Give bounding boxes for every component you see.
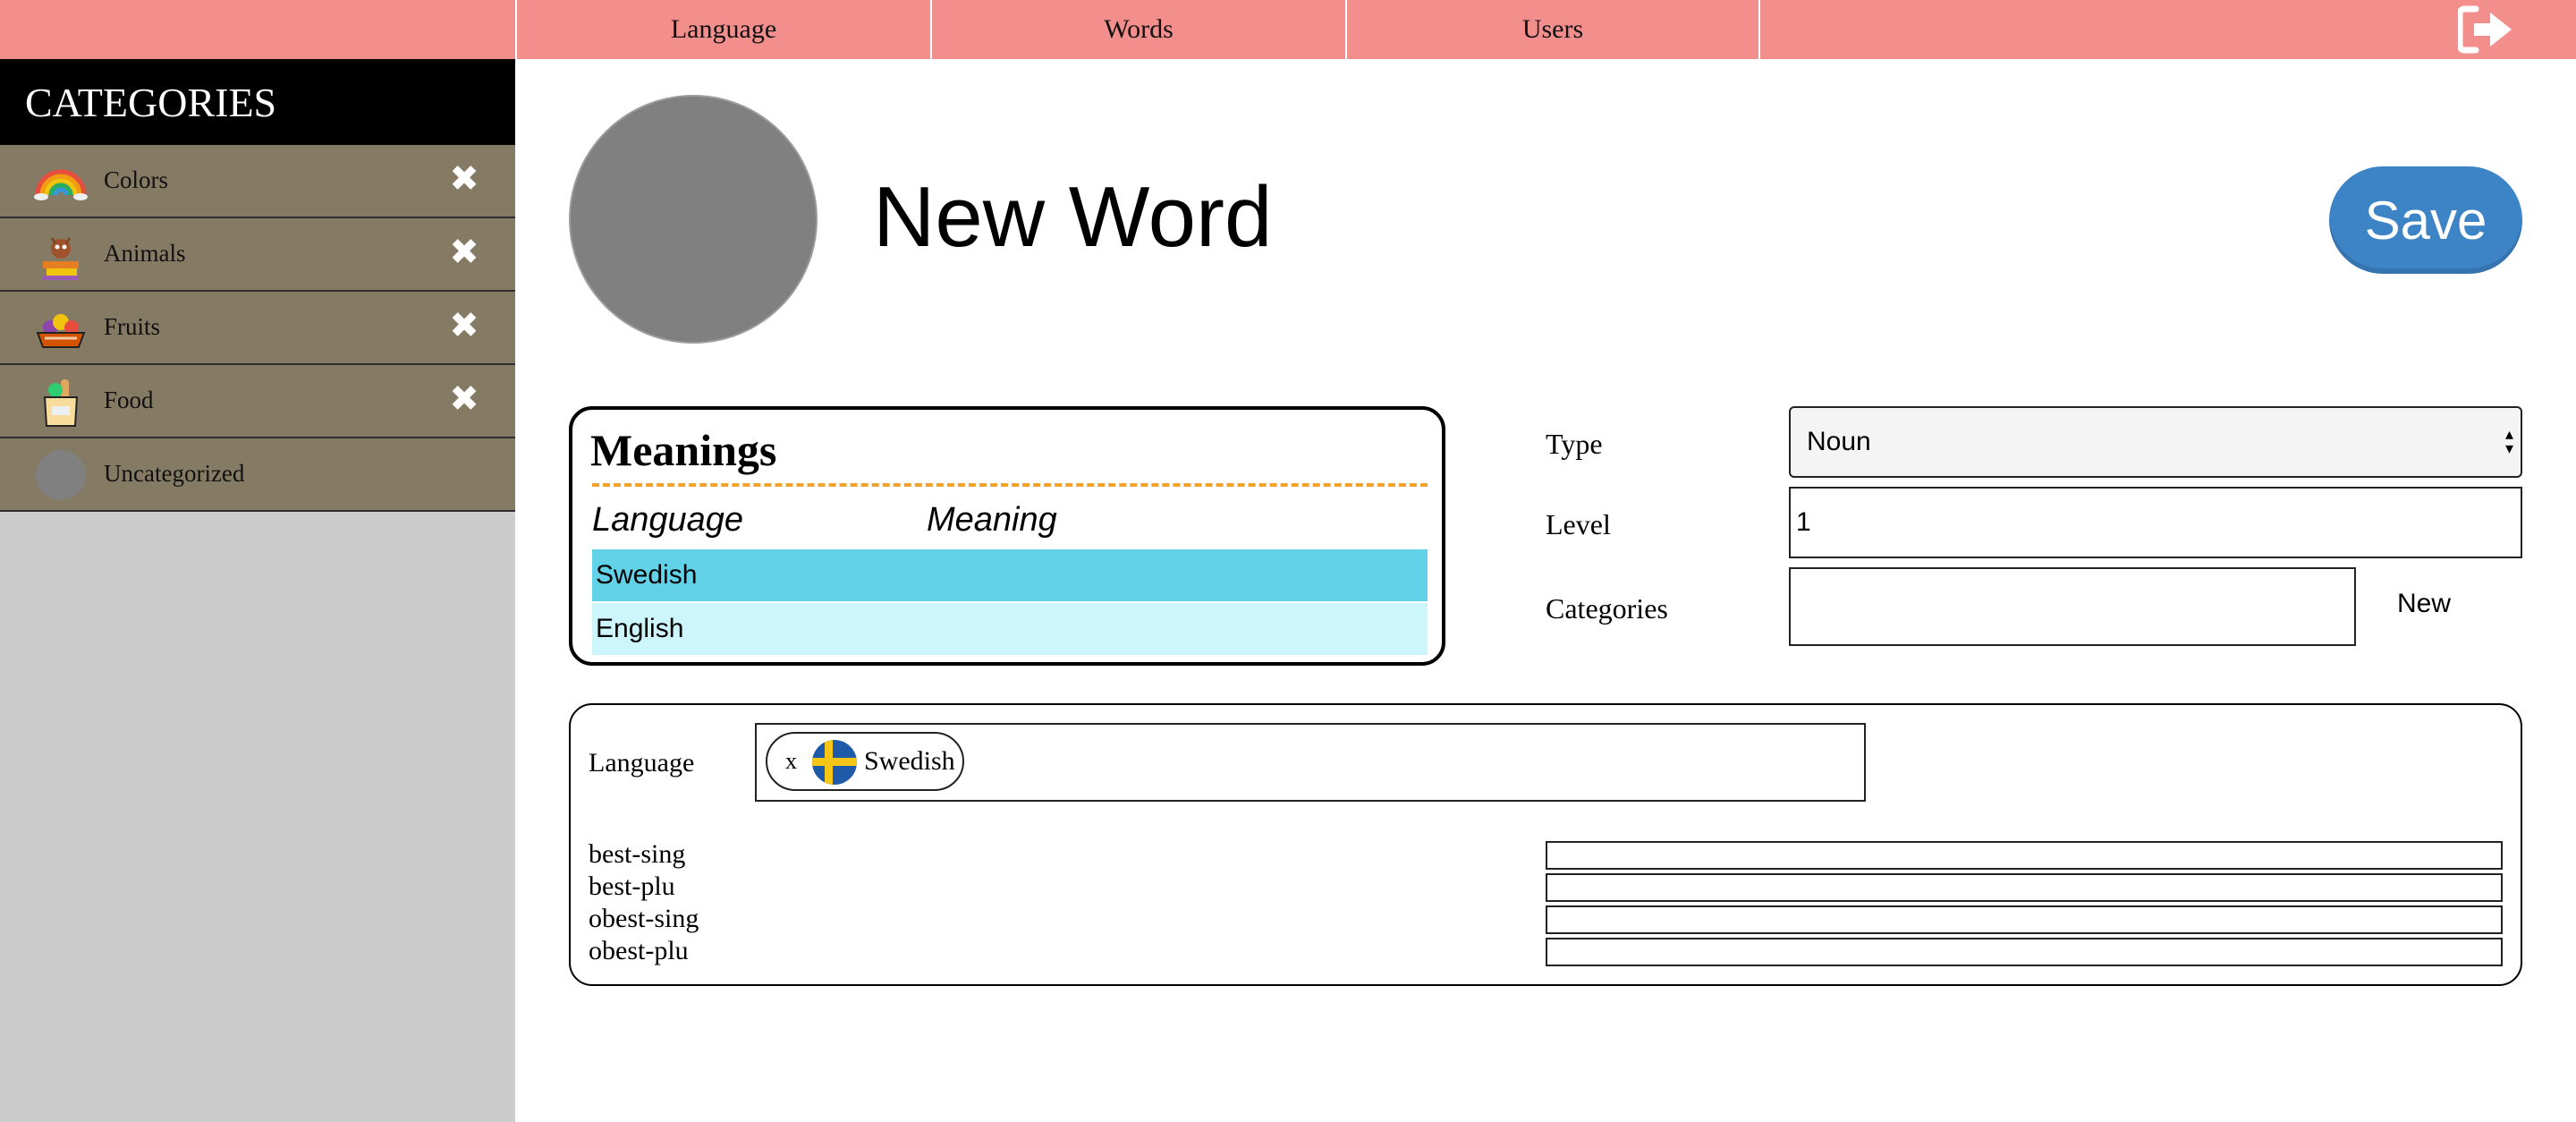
best-sing-input[interactable] [1546, 841, 2503, 870]
column-header-language: Language [592, 501, 744, 539]
remove-category-icon[interactable]: ✖ [447, 308, 481, 344]
grey-circle-icon [36, 450, 86, 500]
best-plu-input[interactable] [1546, 873, 2503, 902]
sidebar-item-fruits[interactable]: Fruits ✖ [0, 292, 515, 365]
obest-sing-input[interactable] [1546, 905, 2503, 934]
grocery-bag-icon [43, 379, 79, 427]
language-chip: x Swedish [766, 732, 964, 791]
field-label-obest-plu: obest-plu [589, 936, 689, 965]
sidebar-title: CATEGORIES [0, 59, 515, 145]
field-label-best-plu: best-plu [589, 871, 675, 901]
row-language: Swedish [596, 560, 698, 590]
animals-icon [43, 237, 79, 280]
sidebar-item-food[interactable]: Food ✖ [0, 365, 515, 438]
remove-category-icon[interactable]: ✖ [447, 234, 481, 270]
level-label: Level [1546, 508, 1611, 540]
sweden-flag-icon [812, 740, 857, 785]
tab-users[interactable]: Users [1345, 0, 1758, 59]
table-row[interactable]: English [592, 603, 1428, 655]
remove-category-icon[interactable]: ✖ [447, 381, 481, 417]
type-value: Noun [1807, 427, 1871, 456]
tab-language[interactable]: Language [515, 0, 930, 59]
categories-label: Categories [1546, 592, 1668, 625]
sidebar-item-label: Uncategorized [104, 460, 245, 487]
field-label-obest-sing: obest-sing [589, 904, 699, 933]
word-image-placeholder[interactable] [569, 95, 818, 344]
meanings-panel: Meanings Language Meaning Swedish Englis… [569, 406, 1445, 666]
nav-spacer [1758, 0, 2576, 59]
table-row[interactable]: Swedish [592, 549, 1428, 601]
column-header-meaning: Meaning [927, 501, 1057, 539]
fruit-basket-icon [36, 314, 86, 348]
type-select[interactable]: Noun ▴ ▾ [1789, 406, 2522, 478]
language-label: Language [589, 748, 695, 778]
top-nav: Language Words Users [0, 0, 2576, 59]
sign-out-icon[interactable] [2458, 5, 2513, 54]
sidebar-item-colors[interactable]: Colors ✖ [0, 145, 515, 218]
row-language: English [596, 614, 684, 643]
remove-category-icon[interactable]: ✖ [447, 161, 481, 197]
obest-plu-input[interactable] [1546, 938, 2503, 966]
categories-sidebar: CATEGORIES Colors ✖ Animals ✖ Fruits ✖ F… [0, 59, 515, 1122]
remove-language-button[interactable]: x [785, 748, 797, 775]
meanings-title: Meanings [590, 425, 777, 475]
new-category-button[interactable]: New [2397, 589, 2451, 619]
field-label-best-sing: best-sing [589, 839, 686, 869]
tab-words[interactable]: Words [930, 0, 1345, 59]
sidebar-item-label: Animals [104, 240, 186, 267]
type-label: Type [1546, 428, 1603, 460]
sidebar-item-uncategorized[interactable]: Uncategorized [0, 438, 515, 512]
level-value: 1 [1796, 507, 1811, 537]
select-arrows-icon: ▴ ▾ [2504, 425, 2513, 458]
language-chip-label: Swedish [864, 746, 955, 776]
rainbow-icon [34, 169, 88, 200]
sidebar-item-label: Fruits [104, 313, 161, 340]
sidebar-item-label: Colors [104, 166, 169, 193]
categories-input[interactable] [1789, 567, 2356, 646]
page-title: New Word [873, 169, 1273, 265]
sidebar-item-animals[interactable]: Animals ✖ [0, 218, 515, 292]
divider [592, 483, 1428, 487]
sidebar-item-label: Food [104, 387, 154, 413]
save-button[interactable]: Save [2329, 166, 2522, 274]
level-input[interactable]: 1 [1789, 487, 2522, 558]
